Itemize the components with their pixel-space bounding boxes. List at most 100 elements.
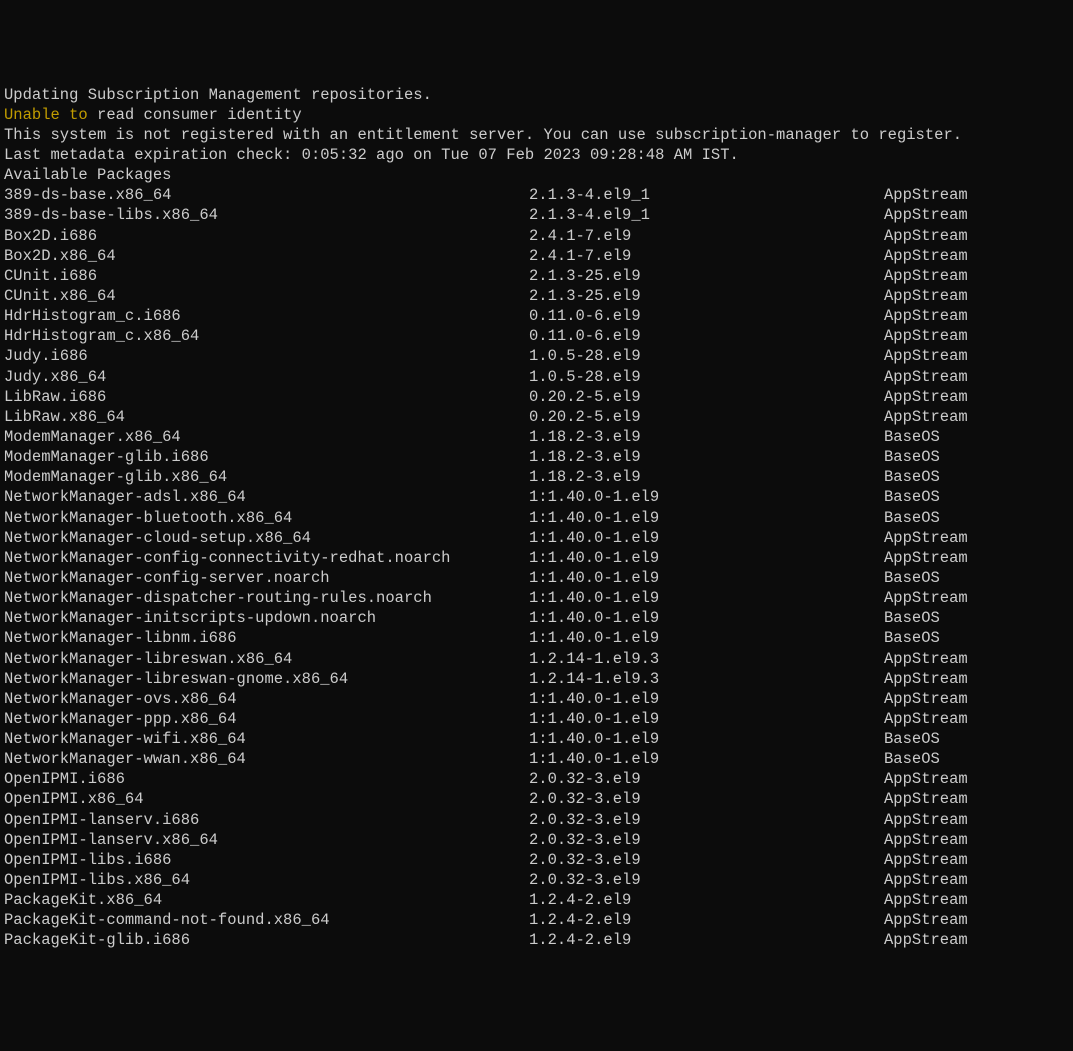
package-row: OpenIPMI.i6862.0.32-3.el9AppStream [4, 769, 1073, 789]
package-version: 1:1.40.0-1.el9 [529, 729, 884, 749]
package-repo: BaseOS [884, 508, 940, 528]
package-name: OpenIPMI-libs.x86_64 [4, 870, 529, 890]
package-row: NetworkManager-libnm.i6861:1.40.0-1.el9B… [4, 628, 1073, 648]
metadata-line: Last metadata expiration check: 0:05:32 … [4, 145, 1073, 165]
package-name: OpenIPMI-lanserv.x86_64 [4, 830, 529, 850]
package-row: NetworkManager-bluetooth.x86_641:1.40.0-… [4, 508, 1073, 528]
package-repo: AppStream [884, 709, 968, 729]
package-row: ModemManager.x86_641.18.2-3.el9BaseOS [4, 427, 1073, 447]
package-version: 2.0.32-3.el9 [529, 810, 884, 830]
package-row: CUnit.i6862.1.3-25.el9AppStream [4, 266, 1073, 286]
package-repo: AppStream [884, 588, 968, 608]
package-version: 2.1.3-4.el9_1 [529, 205, 884, 225]
package-row: ModemManager-glib.i6861.18.2-3.el9BaseOS [4, 447, 1073, 467]
package-row: OpenIPMI.x86_642.0.32-3.el9AppStream [4, 789, 1073, 809]
package-row: CUnit.x86_642.1.3-25.el9AppStream [4, 286, 1073, 306]
package-repo: AppStream [884, 306, 968, 326]
package-version: 2.1.3-4.el9_1 [529, 185, 884, 205]
package-name: NetworkManager-wwan.x86_64 [4, 749, 529, 769]
package-repo: AppStream [884, 669, 968, 689]
package-row: NetworkManager-cloud-setup.x86_641:1.40.… [4, 528, 1073, 548]
package-row: Box2D.i6862.4.1-7.el9AppStream [4, 226, 1073, 246]
package-repo: AppStream [884, 387, 968, 407]
package-row: 389-ds-base.x86_642.1.3-4.el9_1AppStream [4, 185, 1073, 205]
package-name: Judy.x86_64 [4, 367, 529, 387]
package-version: 2.0.32-3.el9 [529, 870, 884, 890]
package-row: NetworkManager-libreswan-gnome.x86_641.2… [4, 669, 1073, 689]
package-row: 389-ds-base-libs.x86_642.1.3-4.el9_1AppS… [4, 205, 1073, 225]
package-row: NetworkManager-config-connectivity-redha… [4, 548, 1073, 568]
package-repo: AppStream [884, 226, 968, 246]
package-version: 1.2.4-2.el9 [529, 930, 884, 950]
package-row: Box2D.x86_642.4.1-7.el9AppStream [4, 246, 1073, 266]
package-name: LibRaw.x86_64 [4, 407, 529, 427]
package-version: 1:1.40.0-1.el9 [529, 588, 884, 608]
package-repo: AppStream [884, 528, 968, 548]
package-row: HdrHistogram_c.i6860.11.0-6.el9AppStream [4, 306, 1073, 326]
package-name: NetworkManager-initscripts-updown.noarch [4, 608, 529, 628]
package-repo: AppStream [884, 346, 968, 366]
package-name: NetworkManager-libreswan-gnome.x86_64 [4, 669, 529, 689]
package-name: NetworkManager-dispatcher-routing-rules.… [4, 588, 529, 608]
warning-prefix: Unable to [4, 106, 88, 124]
package-row: OpenIPMI-libs.i6862.0.32-3.el9AppStream [4, 850, 1073, 870]
package-version: 2.1.3-25.el9 [529, 286, 884, 306]
package-version: 2.0.32-3.el9 [529, 769, 884, 789]
package-version: 1.2.4-2.el9 [529, 890, 884, 910]
package-row: NetworkManager-initscripts-updown.noarch… [4, 608, 1073, 628]
package-name: NetworkManager-libreswan.x86_64 [4, 649, 529, 669]
package-version: 1.0.5-28.el9 [529, 367, 884, 387]
package-name: CUnit.i686 [4, 266, 529, 286]
package-row: NetworkManager-dispatcher-routing-rules.… [4, 588, 1073, 608]
package-row: Judy.x86_641.0.5-28.el9AppStream [4, 367, 1073, 387]
package-version: 1.2.14-1.el9.3 [529, 649, 884, 669]
package-repo: AppStream [884, 367, 968, 387]
package-version: 1:1.40.0-1.el9 [529, 508, 884, 528]
status-line: Updating Subscription Management reposit… [4, 85, 1073, 105]
package-name: NetworkManager-ovs.x86_64 [4, 689, 529, 709]
package-version: 2.0.32-3.el9 [529, 830, 884, 850]
package-name: ModemManager-glib.i686 [4, 447, 529, 467]
package-name: Box2D.i686 [4, 226, 529, 246]
package-row: ModemManager-glib.x86_641.18.2-3.el9Base… [4, 467, 1073, 487]
package-version: 1.18.2-3.el9 [529, 427, 884, 447]
package-row: NetworkManager-config-server.noarch1:1.4… [4, 568, 1073, 588]
package-name: NetworkManager-bluetooth.x86_64 [4, 508, 529, 528]
package-version: 2.1.3-25.el9 [529, 266, 884, 286]
warning-suffix: read consumer identity [88, 106, 302, 124]
package-version: 1:1.40.0-1.el9 [529, 689, 884, 709]
section-header: Available Packages [4, 165, 1073, 185]
package-repo: AppStream [884, 185, 968, 205]
package-version: 1.0.5-28.el9 [529, 346, 884, 366]
package-repo: AppStream [884, 830, 968, 850]
package-row: PackageKit-command-not-found.x86_641.2.4… [4, 910, 1073, 930]
package-row: PackageKit.x86_641.2.4-2.el9AppStream [4, 890, 1073, 910]
package-row: OpenIPMI-lanserv.x86_642.0.32-3.el9AppSt… [4, 830, 1073, 850]
package-repo: BaseOS [884, 628, 940, 648]
package-version: 1:1.40.0-1.el9 [529, 487, 884, 507]
package-row: OpenIPMI-libs.x86_642.0.32-3.el9AppStrea… [4, 870, 1073, 890]
package-row: OpenIPMI-lanserv.i6862.0.32-3.el9AppStre… [4, 810, 1073, 830]
package-repo: BaseOS [884, 467, 940, 487]
package-row: NetworkManager-ppp.x86_641:1.40.0-1.el9A… [4, 709, 1073, 729]
package-row: NetworkManager-wifi.x86_641:1.40.0-1.el9… [4, 729, 1073, 749]
package-name: NetworkManager-cloud-setup.x86_64 [4, 528, 529, 548]
package-repo: AppStream [884, 890, 968, 910]
package-name: NetworkManager-libnm.i686 [4, 628, 529, 648]
package-repo: BaseOS [884, 487, 940, 507]
package-repo: AppStream [884, 326, 968, 346]
package-name: OpenIPMI-libs.i686 [4, 850, 529, 870]
registration-notice: This system is not registered with an en… [4, 125, 1073, 145]
package-row: PackageKit-glib.i6861.2.4-2.el9AppStream [4, 930, 1073, 950]
package-repo: AppStream [884, 205, 968, 225]
package-version: 2.4.1-7.el9 [529, 246, 884, 266]
package-repo: BaseOS [884, 608, 940, 628]
package-version: 1.18.2-3.el9 [529, 467, 884, 487]
package-name: CUnit.x86_64 [4, 286, 529, 306]
terminal-output: Updating Subscription Management reposit… [4, 85, 1073, 951]
package-row: NetworkManager-libreswan.x86_641.2.14-1.… [4, 649, 1073, 669]
package-repo: BaseOS [884, 729, 940, 749]
package-list: 389-ds-base.x86_642.1.3-4.el9_1AppStream… [4, 185, 1073, 950]
package-version: 1:1.40.0-1.el9 [529, 709, 884, 729]
package-name: Judy.i686 [4, 346, 529, 366]
